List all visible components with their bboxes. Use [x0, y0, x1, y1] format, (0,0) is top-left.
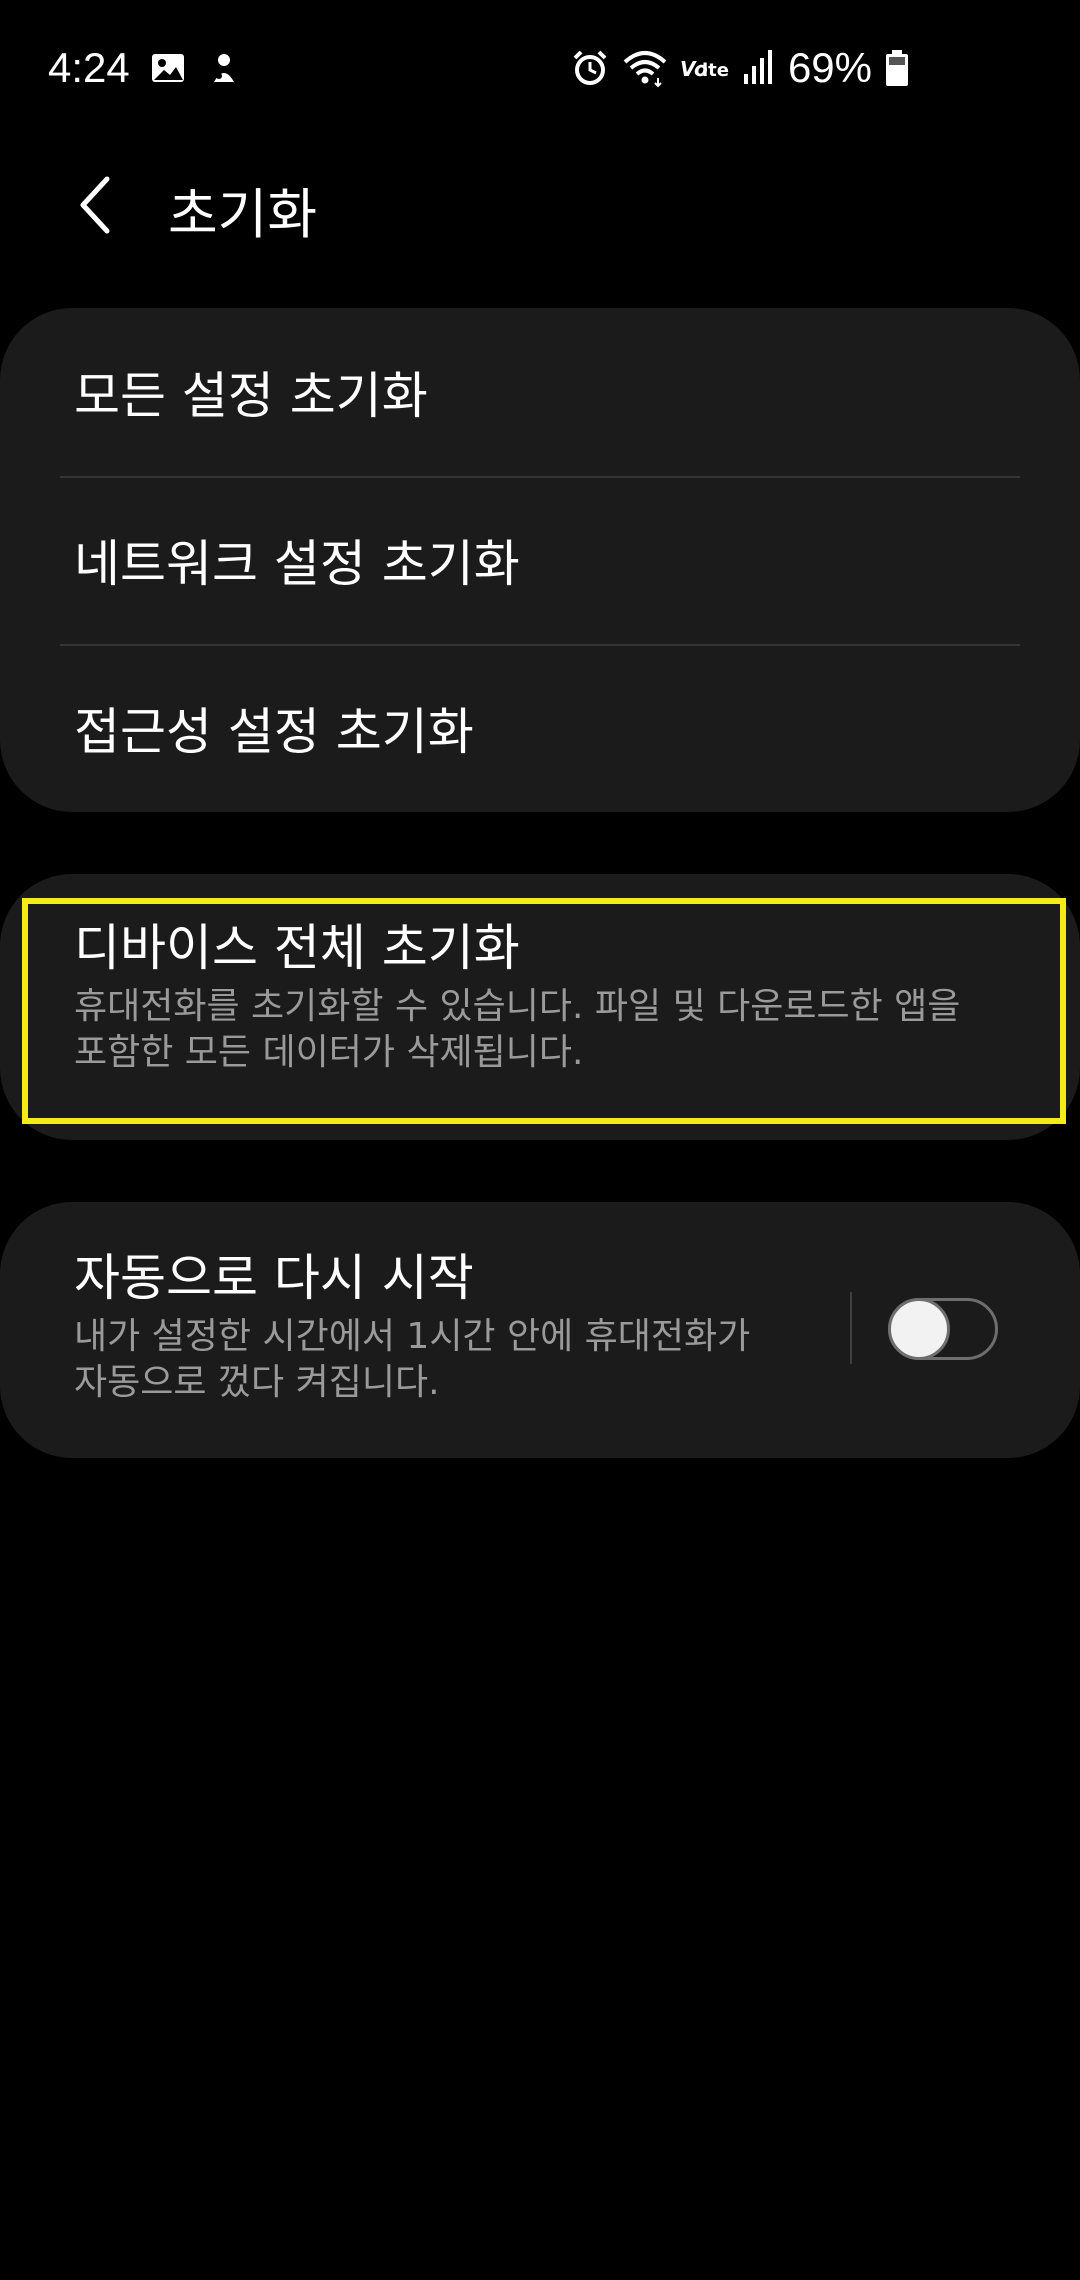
page-title: 초기화	[168, 183, 318, 246]
battery-icon	[884, 48, 910, 88]
reset-options-card: 모든 설정 초기화 네트워크 설정 초기화 접근성 설정 초기화	[0, 308, 1080, 812]
reset-all-settings-item[interactable]: 모든 설정 초기화	[0, 308, 1080, 476]
toggle-knob	[888, 1298, 950, 1360]
auto-restart-description-line2: 자동으로 껐다 켜집니다.	[74, 1362, 440, 1403]
alarm-icon	[570, 48, 610, 88]
app-notification-icon	[206, 50, 242, 86]
auto-restart-description-line1: 내가 설정한 시간에서 1시간 안에 휴대전화가	[74, 1316, 751, 1357]
highlight-box	[22, 898, 1066, 1124]
header: 초기화	[0, 140, 1080, 270]
status-time: 4:24	[48, 44, 130, 91]
auto-restart-title: 자동으로 다시 시작	[74, 1249, 474, 1307]
list-item-label: 네트워크 설정 초기화	[74, 535, 520, 593]
auto-restart-toggle[interactable]	[888, 1298, 998, 1360]
list-item-label: 모든 설정 초기화	[74, 367, 428, 425]
vertical-divider	[850, 1292, 852, 1364]
back-button[interactable]	[60, 160, 130, 250]
volte-icon: Vo lte	[680, 48, 730, 88]
image-icon	[150, 50, 186, 86]
svg-text:lte: lte	[702, 60, 729, 81]
chevron-left-icon	[75, 175, 115, 235]
reset-network-settings-item[interactable]: 네트워크 설정 초기화	[0, 476, 1080, 644]
wifi-icon	[622, 48, 668, 88]
list-item-label: 접근성 설정 초기화	[74, 703, 474, 761]
reset-accessibility-settings-item[interactable]: 접근성 설정 초기화	[0, 644, 1080, 812]
battery-percent: 69%	[787, 44, 872, 91]
signal-icon	[742, 48, 776, 88]
status-bar: 4:24 Vo lte 69%	[0, 0, 1080, 140]
auto-restart-card[interactable]: 자동으로 다시 시작 내가 설정한 시간에서 1시간 안에 휴대전화가 자동으로…	[0, 1202, 1080, 1458]
